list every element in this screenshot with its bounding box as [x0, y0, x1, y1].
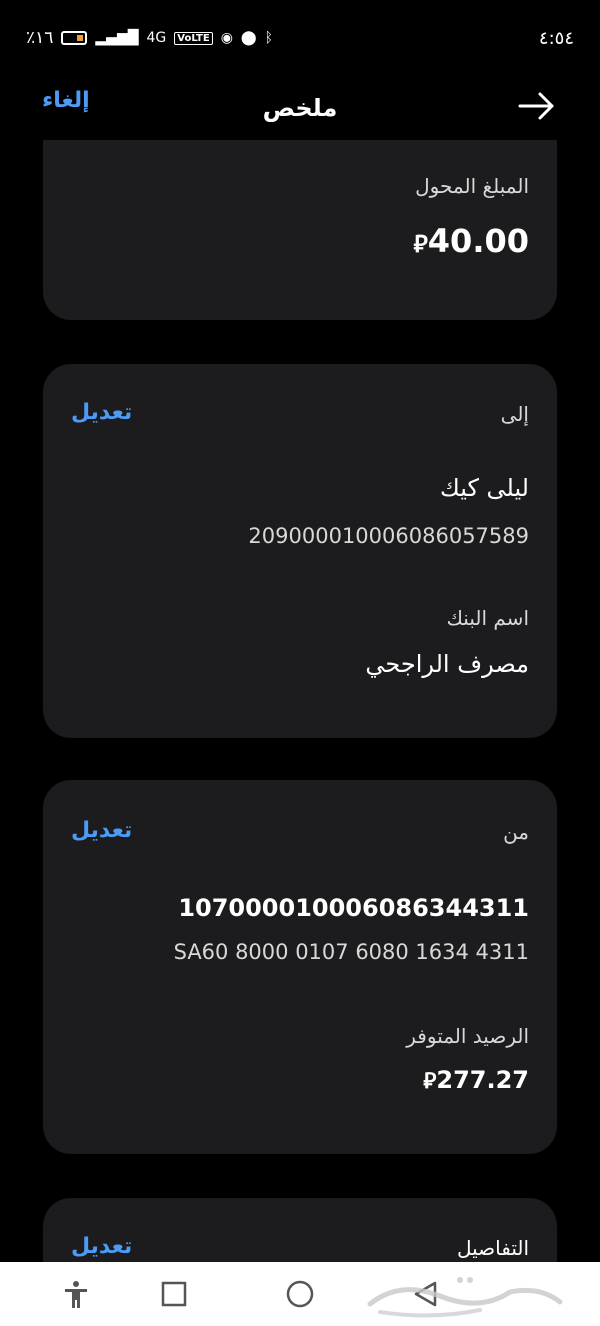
volte-icon: VoLTE [174, 31, 213, 45]
header: إلغاء ملخص [0, 76, 600, 140]
home-icon[interactable] [284, 1278, 316, 1310]
currency-icon: ⃁ [423, 1069, 437, 1094]
bank-name: مصرف الراجحي [365, 650, 529, 678]
amount-label: المبلغ المحول [415, 174, 529, 198]
recipient-card: إلى تعديل ليلى كيك 209000010006086057589… [43, 364, 557, 738]
bank-label: اسم البنك [446, 606, 529, 630]
to-label: إلى [500, 402, 529, 426]
battery-percent: ٪١٦ [26, 28, 54, 48]
sender-account-number: 107000010006086344311 [178, 894, 529, 922]
signal-icon: ▂▄▆█ [95, 30, 139, 46]
recipient-account-number: 209000010006086057589 [248, 524, 529, 548]
amount-card: المبلغ المحول ⃁40.00 [43, 140, 557, 320]
details-label: التفاصيل [456, 1236, 529, 1260]
sender-card: من تعديل 107000010006086344311 SA60 8000… [43, 780, 557, 1154]
battery-icon [61, 31, 88, 45]
amount-value: 40.00 [427, 222, 529, 260]
recipient-name: ليلى كيك [439, 474, 529, 502]
from-label: من [503, 820, 529, 844]
hotspot-icon: ◉ [220, 30, 233, 46]
recents-icon[interactable] [158, 1278, 190, 1310]
status-bar: ٪١٦ ▂▄▆█ 4G VoLTE ◉ ⬤ ᛒ ٤:٥٤ [0, 0, 600, 76]
status-time: ٤:٥٤ [538, 27, 574, 49]
balance-label: الرصيد المتوفر [406, 1024, 529, 1048]
edit-sender-button[interactable]: تعديل [71, 818, 132, 843]
cancel-button[interactable]: إلغاء [42, 88, 90, 113]
edit-details-button[interactable]: تعديل [71, 1234, 132, 1259]
watermark-logo [367, 1277, 563, 1318]
page-title: ملخص [262, 94, 338, 122]
bluetooth-icon: ᛒ [264, 30, 273, 46]
status-icons: ٪١٦ ▂▄▆█ 4G VoLTE ◉ ⬤ ᛒ [26, 28, 273, 48]
location-icon: ⬤ [240, 30, 257, 46]
available-balance: ⃁277.27 [415, 1066, 529, 1095]
accessibility-icon[interactable] [60, 1278, 92, 1310]
network-type: 4G [146, 30, 167, 46]
transfer-amount: ⃁40.00 [406, 222, 529, 260]
edit-recipient-button[interactable]: تعديل [71, 400, 132, 425]
sender-iban: SA60 8000 0107 6080 1634 4311 [173, 940, 529, 964]
back-arrow-icon[interactable] [516, 86, 556, 126]
currency-icon: ⃁ [413, 230, 428, 258]
balance-value: 277.27 [436, 1066, 529, 1094]
